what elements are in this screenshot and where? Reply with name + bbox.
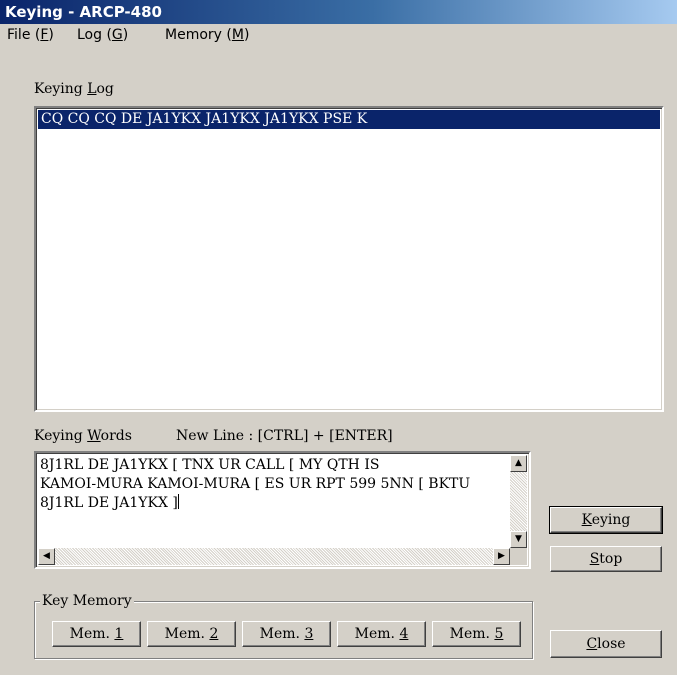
scroll-right-icon[interactable]: ▶ [493,548,510,565]
horizontal-scrollbar[interactable]: ◀ ▶ [38,548,510,565]
vertical-scrollbar[interactable]: ▲ ▼ [510,455,527,548]
text-caret [177,494,179,509]
title-bar: Keying - ARCP-480 [0,0,677,24]
menu-log[interactable]: Log (G) [77,27,128,43]
scroll-corner [510,548,527,565]
keying-words-input[interactable]: 8J1RL DE JA1YKX [ TNX UR CALL [ MY QTH I… [34,451,531,569]
keying-log-label: Keying Log [34,81,114,97]
keying-words-text[interactable]: 8J1RL DE JA1YKX [ TNX UR CALL [ MY QTH I… [40,456,494,513]
new-line-hint: New Line : [CTRL] + [ENTER] [176,428,393,444]
scroll-left-icon[interactable]: ◀ [38,548,55,565]
key-memory-title: Key Memory [40,593,134,609]
scroll-down-icon[interactable]: ▼ [510,531,527,548]
memory-button-5[interactable]: Mem. 5 [432,621,521,647]
keying-log-list[interactable]: CQ CQ CQ DE JA1YKX JA1YKX JA1YKX PSE K [34,106,664,412]
close-button[interactable]: Close [550,630,662,658]
memory-button-3[interactable]: Mem. 3 [242,621,331,647]
keying-words-label: Keying Words [34,428,132,444]
log-entry-selected[interactable]: CQ CQ CQ DE JA1YKX JA1YKX JA1YKX PSE K [38,110,660,129]
scroll-up-icon[interactable]: ▲ [510,455,527,472]
menu-file[interactable]: File (F) [7,27,54,43]
stop-button[interactable]: Stop [550,546,662,572]
memory-button-2[interactable]: Mem. 2 [147,621,236,647]
memory-button-4[interactable]: Mem. 4 [337,621,426,647]
memory-button-1[interactable]: Mem. 1 [52,621,141,647]
menu-bar: File (F) Log (G) Memory (M) [0,24,677,46]
menu-memory[interactable]: Memory (M) [165,27,249,43]
window-title: Keying - ARCP-480 [5,3,162,21]
keying-button[interactable]: Keying [549,506,663,534]
